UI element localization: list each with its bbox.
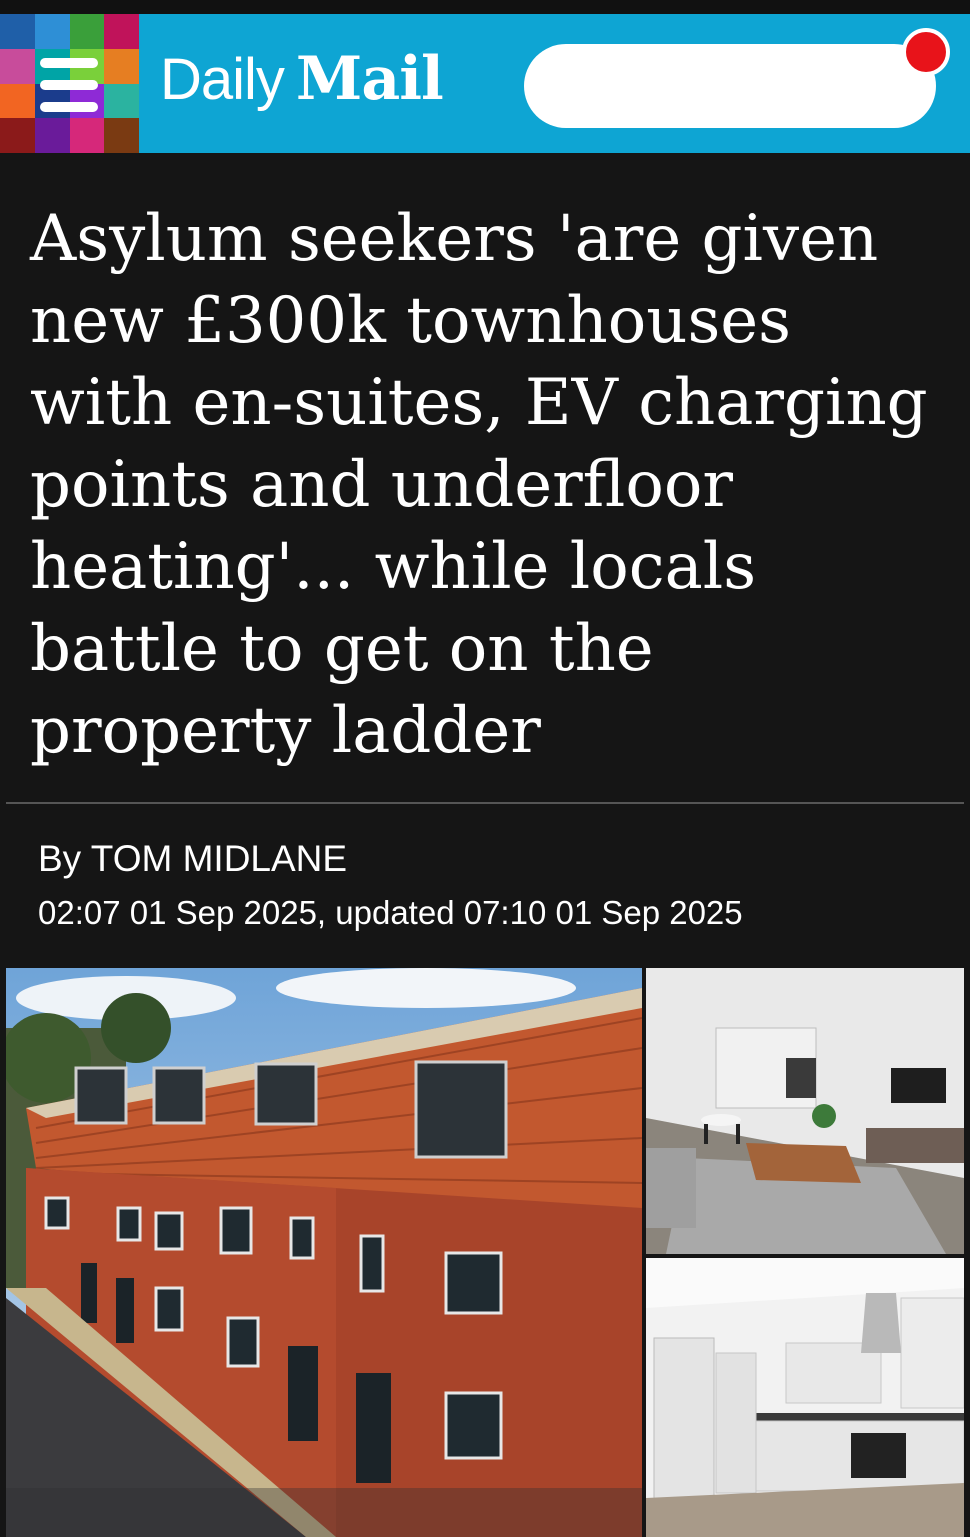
- mosaic-tile: [104, 14, 139, 49]
- site-header: Daily Mail: [0, 14, 970, 153]
- divider: [6, 802, 964, 804]
- mosaic-tile: [0, 14, 35, 49]
- kitchen-photo[interactable]: [646, 1258, 964, 1537]
- article-headline: Asylum seekers 'are given new £300k town…: [30, 202, 928, 768]
- logo-mail-text: Mail: [295, 44, 444, 114]
- notification-dot-icon[interactable]: [902, 28, 950, 76]
- mosaic-tile: [0, 118, 35, 153]
- mosaic-tile: [34, 14, 70, 49]
- timestamp: 02:07 01 Sep 2025, updated 07:10 01 Sep …: [38, 894, 743, 931]
- photo-collage: [6, 968, 964, 1537]
- hamburger-menu-icon[interactable]: [36, 52, 102, 118]
- mosaic-tile: [69, 14, 105, 49]
- living-room-photo[interactable]: [646, 968, 964, 1254]
- mosaic-tile: [104, 48, 139, 84]
- mosaic-tile: [69, 118, 105, 153]
- mosaic-tile: [104, 83, 139, 119]
- logo-daily-text: Daily: [160, 47, 285, 112]
- townhouses-exterior-photo[interactable]: [6, 968, 642, 1537]
- byline[interactable]: By TOM MIDLANE: [38, 838, 347, 880]
- mosaic-tile: [0, 48, 35, 84]
- status-strip: [0, 0, 970, 14]
- mosaic-tile: [0, 83, 35, 119]
- mosaic-tile: [104, 118, 139, 153]
- daily-mail-logo[interactable]: Daily Mail: [160, 44, 444, 124]
- search-input[interactable]: [524, 44, 936, 128]
- mosaic-tile: [34, 118, 70, 153]
